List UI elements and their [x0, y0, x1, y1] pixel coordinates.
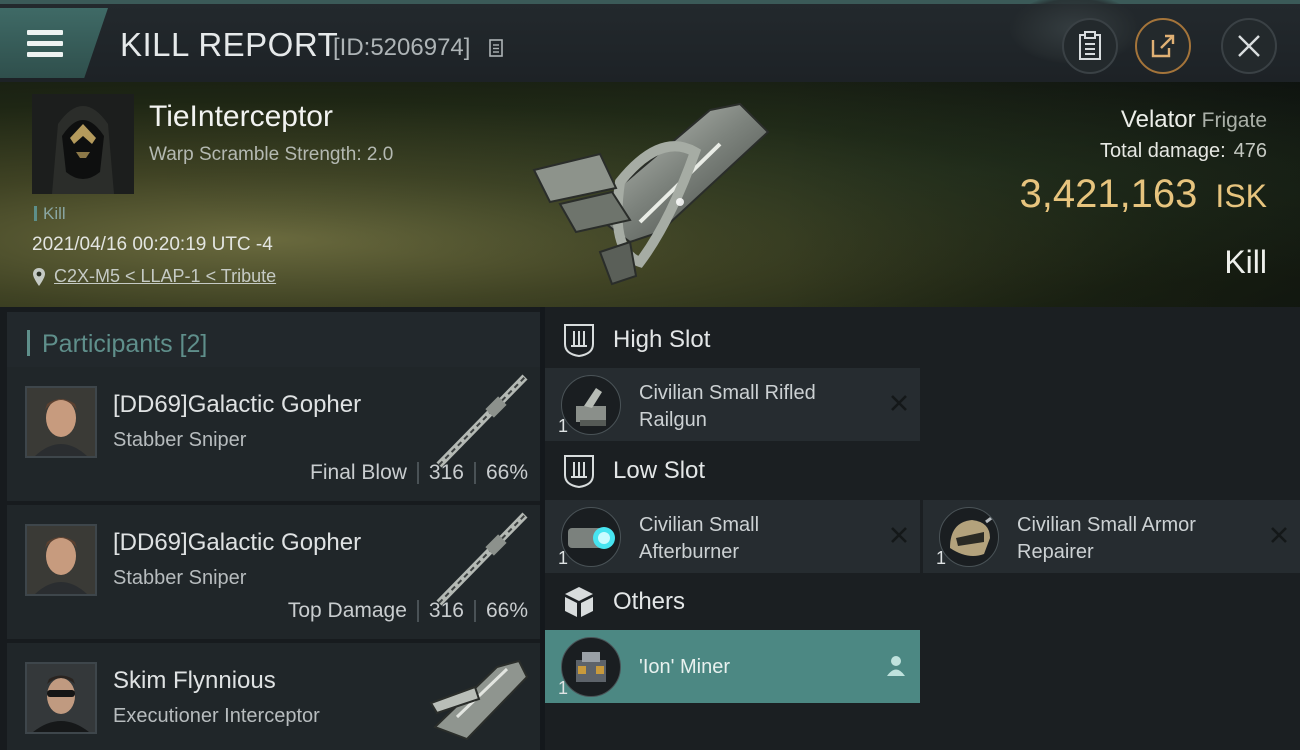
module-item[interactable]: 1 'Ion' Miner	[545, 630, 920, 703]
participant-ship: Stabber Sniper	[113, 567, 247, 589]
kill-result: Kill	[1224, 244, 1267, 280]
kill-tag: Kill	[34, 204, 66, 224]
victim-ship: Velator Frigate	[1121, 106, 1267, 134]
weapon-icon	[436, 374, 528, 468]
participant-ship: Stabber Sniper	[113, 429, 247, 451]
participant-name: [DD69]Galactic Gopher	[113, 529, 362, 556]
module-item[interactable]: 1 Civilian Small Afterburner	[545, 500, 920, 573]
module-quantity: 1	[936, 548, 947, 568]
total-damage: Total damage: 476	[1100, 140, 1267, 163]
participant-name: [DD69]Galactic Gopher	[113, 391, 362, 418]
participants-header: Participants [2]	[7, 312, 540, 372]
fitting-panel: High Slot 1 Civilian Small Rifled Railgu…	[545, 307, 1300, 750]
weapon-icon	[436, 512, 528, 606]
destroyed-icon	[891, 527, 907, 543]
person-icon	[887, 656, 905, 676]
cargo-box-icon	[565, 587, 593, 617]
kill-location[interactable]: C2X-M5 < LLAP-1 < Tribute	[32, 266, 276, 287]
ship-thumbnail	[429, 659, 529, 741]
ship-image	[532, 102, 770, 286]
participant-row[interactable]: [DD69]Galactic Gopher Stabber Sniper Fin…	[7, 367, 540, 501]
participants-title: Participants [2]	[27, 330, 207, 359]
participant-row[interactable]: [DD69]Galactic Gopher Stabber Sniper Top…	[7, 505, 540, 639]
destroyed-icon	[1271, 527, 1287, 543]
clipboard-button[interactable]	[1062, 18, 1118, 74]
module-item[interactable]: 1 Civilian Small Armor Repairer	[923, 500, 1300, 573]
top-bar: KILL REPORT [ID:5206974]	[0, 0, 1300, 82]
clipboard-icon	[1079, 31, 1101, 60]
victim-portrait[interactable]	[32, 94, 134, 194]
isk-unit: ISK	[1215, 178, 1267, 214]
pilot-helmet-icon	[32, 94, 134, 194]
ship-name: Velator	[1120, 106, 1196, 133]
armor-repairer-icon	[939, 507, 999, 567]
participant-row[interactable]: Skim Flynnious Executioner Interceptor	[7, 643, 540, 750]
participant-damage: 316	[428, 461, 464, 484]
location-pin-icon	[33, 267, 45, 286]
module-item[interactable]: 1 Civilian Small Rifled Railgun	[545, 368, 920, 441]
module-name: 'Ion' Miner	[639, 656, 731, 678]
avatar	[25, 386, 97, 458]
avatar	[25, 524, 97, 596]
report-id: [ID:5206974]	[333, 34, 471, 61]
participant-percent: 66%	[485, 599, 528, 622]
participant-name: Skim Flynnious	[113, 667, 276, 694]
close-button[interactable]	[1221, 18, 1277, 74]
others-header: Others	[545, 572, 1300, 632]
module-quantity: 1	[558, 678, 569, 698]
high-slot-header: High Slot	[545, 310, 1300, 370]
kill-timestamp: 2021/04/16 00:20:19 UTC -4	[32, 234, 273, 255]
participant-ship: Executioner Interceptor	[113, 705, 320, 727]
participant-label: Final Blow	[310, 461, 407, 484]
module-name: Civilian Small Rifled Railgun	[639, 382, 816, 431]
high-slot-title: High Slot	[613, 326, 711, 353]
miner-icon	[561, 637, 621, 697]
victim-banner: TieInterceptor Warp Scramble Strength: 2…	[0, 82, 1300, 307]
module-quantity: 1	[558, 416, 569, 436]
module-name: Civilian Small Afterburner	[639, 514, 760, 563]
location-link[interactable]: C2X-M5 < LLAP-1 < Tribute	[54, 266, 276, 287]
copy-icon[interactable]	[488, 38, 506, 60]
menu-button[interactable]	[0, 8, 108, 78]
ship-class: Frigate	[1201, 109, 1267, 132]
page-title: KILL REPORT	[120, 26, 339, 63]
share-icon	[1151, 34, 1175, 58]
afterburner-icon	[561, 507, 621, 567]
module-quantity: 1	[558, 548, 569, 568]
destroyed-icon	[891, 395, 907, 411]
total-damage-value: 476	[1233, 140, 1267, 162]
participant-stats: Top Damage 316 66%	[288, 599, 528, 623]
participant-label: Top Damage	[287, 599, 407, 622]
isk-value: 3,421,163 ISK	[1019, 172, 1267, 217]
low-slot-header: Low Slot	[545, 441, 1300, 501]
participant-stats: Final Blow 316 66%	[310, 461, 528, 485]
share-button[interactable]	[1135, 18, 1191, 74]
avatar	[25, 662, 97, 734]
participants-panel: Participants [2] [DD69]Galactic Gopher S…	[0, 307, 540, 750]
high-slot-icon	[564, 324, 594, 358]
victim-subtitle: Warp Scramble Strength: 2.0	[149, 144, 394, 165]
close-icon	[1238, 35, 1260, 57]
low-slot-icon	[564, 455, 594, 489]
victim-name: TieInterceptor	[149, 100, 333, 133]
railgun-icon	[561, 375, 621, 435]
total-damage-label: Total damage:	[1099, 140, 1226, 162]
menu-icon	[27, 30, 63, 58]
isk-amount: 3,421,163	[1019, 172, 1198, 216]
low-slot-title: Low Slot	[613, 457, 706, 484]
participant-damage: 316	[428, 599, 464, 622]
module-name: Civilian Small Armor Repairer	[1017, 514, 1196, 563]
others-title: Others	[613, 588, 686, 615]
participant-percent: 66%	[485, 461, 528, 484]
